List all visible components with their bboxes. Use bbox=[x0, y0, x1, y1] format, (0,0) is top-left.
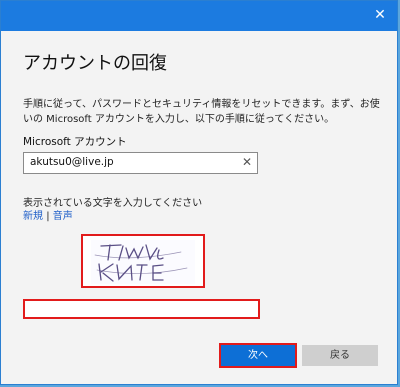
captcha-image bbox=[91, 240, 195, 284]
email-value: akutsu0@live.jp bbox=[30, 156, 114, 168]
account-label: Microsoft アカウント bbox=[23, 136, 127, 148]
new-captcha-link[interactable]: 新規 bbox=[23, 211, 43, 222]
captcha-image-frame bbox=[81, 234, 205, 288]
description-text: 手順に従って、パスワードとセキュリティ情報をリセットできます。まず、お使いの M… bbox=[23, 99, 380, 125]
close-icon: ✕ bbox=[374, 7, 386, 23]
audio-captcha-link[interactable]: 音声 bbox=[53, 211, 73, 222]
email-field[interactable]: akutsu0@live.jp ✕ bbox=[23, 152, 258, 174]
page-title: アカウントの回復 bbox=[23, 53, 167, 74]
next-button[interactable]: 次へ bbox=[219, 343, 297, 368]
clear-icon[interactable]: ✕ bbox=[242, 155, 252, 169]
link-separator: | bbox=[46, 211, 50, 222]
close-button[interactable]: ✕ bbox=[367, 3, 393, 27]
title-bar: ✕ bbox=[1, 1, 397, 31]
captcha-input[interactable] bbox=[23, 299, 260, 319]
back-button[interactable]: 戻る bbox=[302, 345, 378, 366]
account-recovery-window: ✕ アカウントの回復 手順に従って、パスワードとセキュリティ情報をリセットできま… bbox=[0, 0, 398, 385]
captcha-links: 新規 | 音声 bbox=[23, 207, 73, 222]
